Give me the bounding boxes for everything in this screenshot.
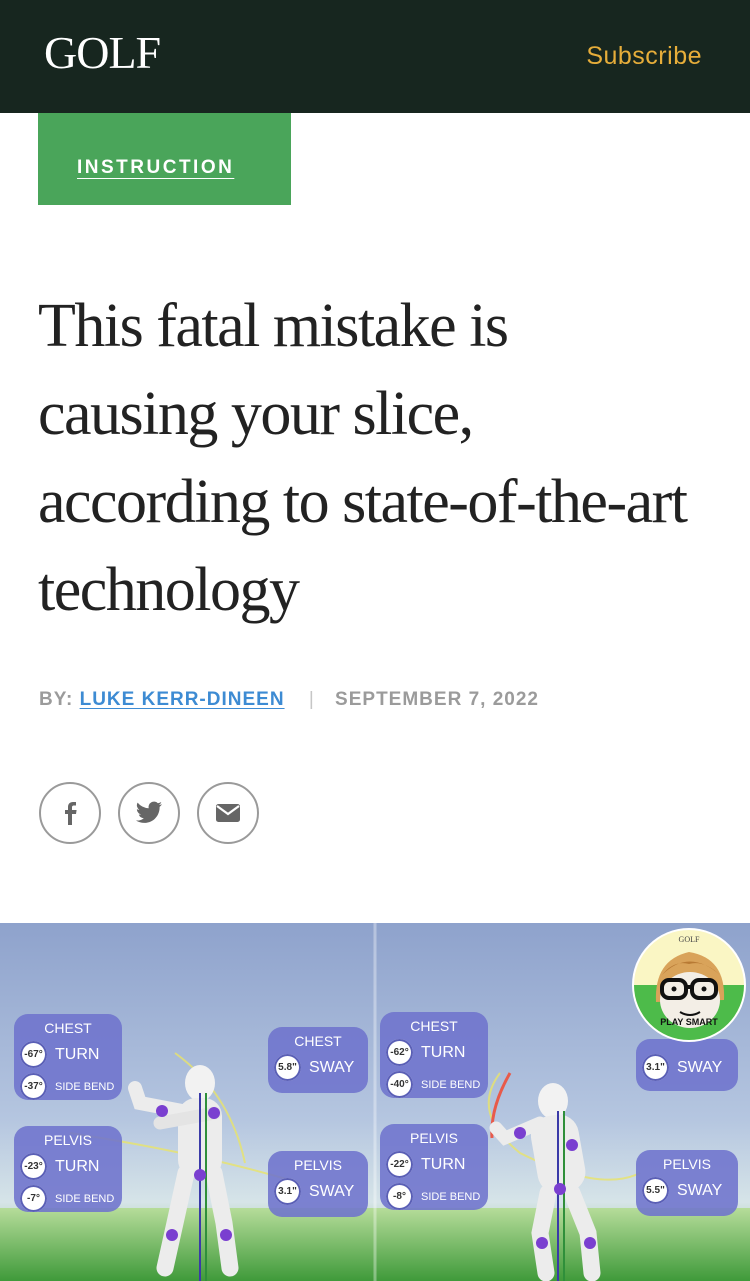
twitter-icon: [136, 801, 162, 823]
side-bend-label: SIDE BEND: [55, 1080, 115, 1093]
play-smart-badge[interactable]: GOLF PLAY SMART: [634, 930, 744, 1040]
category-link[interactable]: INSTRUCTION: [77, 157, 234, 179]
sway-value: 5.5": [642, 1177, 669, 1204]
sway-value: 3.1": [642, 1054, 669, 1081]
side-bend-value: -40°: [386, 1071, 413, 1098]
pelvis-sway-panel-left: PELVIS 3.1" SWAY: [268, 1151, 368, 1217]
turn-label: TURN: [55, 1045, 100, 1063]
pelvis-sway-panel-right: PELVIS 5.5" SWAY: [636, 1150, 738, 1216]
turn-value: -23°: [20, 1153, 47, 1180]
publish-date: SEPTEMBER 7, 2022: [335, 689, 539, 710]
panel-title: CHEST: [44, 1020, 92, 1036]
turn-value: -67°: [20, 1041, 47, 1068]
turn-label: TURN: [421, 1043, 466, 1061]
subscribe-link[interactable]: Subscribe: [586, 42, 702, 71]
share-facebook-button[interactable]: [39, 782, 101, 844]
author-link[interactable]: LUKE KERR-DINEEN: [80, 689, 285, 710]
email-icon: [216, 804, 240, 822]
sway-value: 5.8": [274, 1054, 301, 1081]
turn-label: TURN: [421, 1155, 466, 1173]
panel-title: PELVIS: [44, 1132, 92, 1148]
side-bend-value: -8°: [386, 1183, 413, 1210]
panel-title: CHEST: [294, 1033, 342, 1049]
side-bend-label: SIDE BEND: [421, 1078, 481, 1091]
byline-separator: |: [308, 689, 315, 710]
panel-title: PELVIS: [294, 1157, 342, 1173]
sway-label: SWAY: [309, 1182, 355, 1200]
site-header: GOLF Subscribe: [0, 0, 750, 113]
pelvis-rotation-panel-left: PELVIS -23° TURN -7° SIDE BEND: [14, 1126, 122, 1212]
sway-label: SWAY: [677, 1058, 723, 1076]
byline-prefix: BY:: [39, 689, 74, 710]
chest-rotation-panel-right: CHEST -62° TURN -40° SIDE BEND: [380, 1012, 488, 1098]
byline: BY: LUKE KERR-DINEEN | SEPTEMBER 7, 2022: [39, 689, 539, 711]
turn-value: -22°: [386, 1151, 413, 1178]
side-bend-value: -37°: [20, 1073, 47, 1100]
panel-title: PELVIS: [410, 1130, 458, 1146]
panel-title: CHEST: [410, 1018, 458, 1034]
golf-logo[interactable]: GOLF: [44, 30, 161, 76]
pelvis-rotation-panel-right: PELVIS -22° TURN -8° SIDE BEND: [380, 1124, 488, 1210]
category-tag: INSTRUCTION: [38, 113, 291, 205]
sway-value: 3.1": [274, 1178, 301, 1205]
side-bend-label: SIDE BEND: [421, 1190, 481, 1203]
chest-sway-panel-left: CHEST 5.8" SWAY: [268, 1027, 368, 1093]
side-bend-value: -7°: [20, 1185, 47, 1212]
badge-brand: GOLF: [678, 935, 700, 944]
turn-label: TURN: [55, 1157, 100, 1175]
sway-label: SWAY: [677, 1181, 723, 1199]
turn-value: -62°: [386, 1039, 413, 1066]
badge-label: PLAY SMART: [660, 1017, 718, 1027]
chest-sway-panel-right: 3.1" SWAY: [636, 1039, 738, 1091]
share-twitter-button[interactable]: [118, 782, 180, 844]
chest-rotation-panel-left: CHEST -67° TURN -37° SIDE BEND: [14, 1014, 122, 1100]
side-bend-label: SIDE BEND: [55, 1192, 115, 1205]
facebook-icon: [65, 802, 77, 825]
sway-label: SWAY: [309, 1058, 355, 1076]
share-email-button[interactable]: [197, 782, 259, 844]
article-title: This fatal mistake is causing your slice…: [38, 292, 688, 624]
panel-title: PELVIS: [663, 1156, 711, 1172]
